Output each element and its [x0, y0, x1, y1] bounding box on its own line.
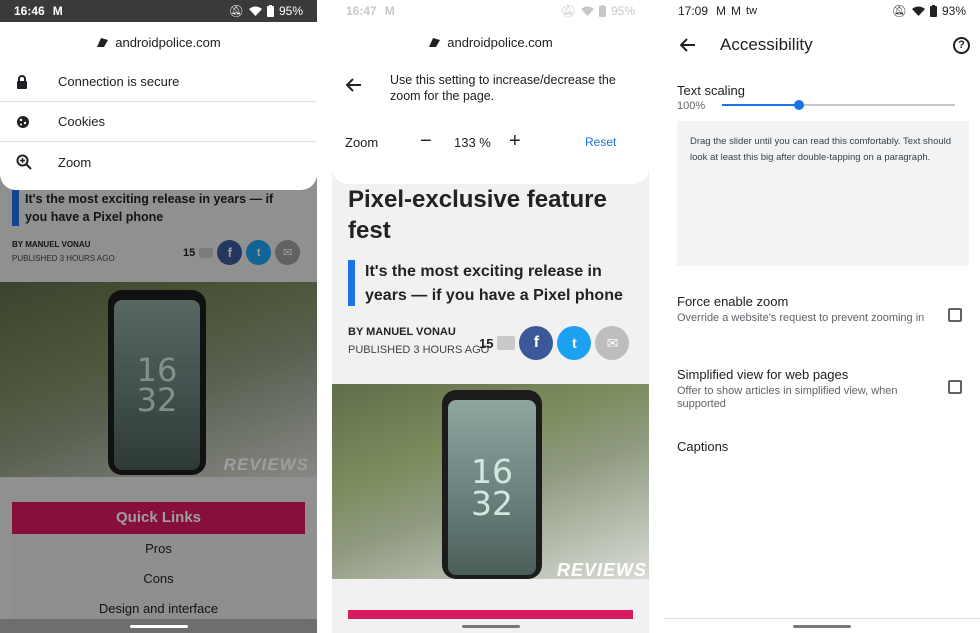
status-bar: 17:09 M M tw 🔕︎ 93% [664, 0, 980, 22]
site-domain: androidpolice.com [332, 22, 649, 62]
slider-fill [722, 104, 799, 106]
zoom-icon [16, 154, 32, 170]
nav-bar [332, 619, 649, 633]
gmail-icon: M [52, 4, 63, 18]
status-time: 16:47 [346, 4, 377, 18]
battery-icon [598, 5, 606, 17]
article-title: Pixel-exclusive feature fest [348, 186, 607, 244]
battery-icon [929, 5, 937, 17]
page-title: Accessibility [720, 35, 813, 54]
domain-text: androidpolice.com [115, 34, 221, 50]
battery-icon [266, 5, 274, 17]
site-domain: androidpolice.com [0, 22, 317, 62]
home-handle[interactable] [461, 624, 520, 628]
back-arrow-icon [680, 38, 695, 52]
gmail-icon: M [731, 4, 742, 18]
site-favicon-icon [429, 37, 441, 47]
back-button[interactable] [680, 38, 696, 52]
phone-photo: 16 32 [442, 390, 542, 579]
zoom-sheet: androidpolice.com Use this setting to in… [332, 22, 649, 184]
status-time: 16:46 [14, 4, 45, 18]
gmail-icon: M [384, 4, 395, 18]
panel-accessibility: 17:09 M M tw 🔕︎ 93% Accessibility ? Text… [664, 0, 980, 633]
clock-hours: 16 [471, 452, 513, 492]
clock-minutes: 32 [471, 483, 513, 523]
captions-setting[interactable]: Captions [677, 439, 728, 454]
home-handle[interactable] [129, 624, 188, 628]
simplified-view-setting[interactable]: Simplified view for web pages Offer to s… [677, 367, 927, 411]
article-byline: BY MANUEL VONAU [348, 326, 456, 338]
wifi-icon [911, 6, 925, 16]
zoom-label: Zoom [345, 135, 379, 150]
lock-icon [17, 74, 27, 89]
menu-label: Connection is secure [58, 74, 180, 89]
share-bar: 15 f t ✉ [479, 326, 630, 360]
status-bar: 16:46 M 🔕︎ 95% [0, 0, 317, 22]
twitter-icon[interactable]: t [557, 326, 592, 360]
article-published: PUBLISHED 3 HOURS AGO [348, 344, 490, 356]
email-icon[interactable]: ✉ [595, 326, 630, 360]
reset-button[interactable]: Reset [585, 135, 616, 149]
gmail-icon: M [716, 4, 727, 18]
panel-site-info: It's the most exciting release in years … [0, 0, 317, 633]
force-zoom-subtitle: Override a website's request to prevent … [677, 312, 925, 324]
article-subtitle: It's the most exciting release in years … [365, 263, 623, 304]
menu-label: Zoom [58, 154, 92, 170]
force-zoom-title: Force enable zoom [677, 294, 789, 309]
menu-cookies[interactable]: Cookies [0, 102, 317, 142]
mute-icon: 🔕︎ [891, 4, 907, 18]
text-scaling-slider[interactable] [722, 100, 955, 110]
menu-zoom[interactable]: Zoom [0, 142, 317, 182]
simplified-view-checkbox[interactable] [948, 380, 962, 394]
battery-percent: 95% [610, 4, 635, 18]
zoom-out-button[interactable]: − [420, 130, 432, 153]
menu-label: Cookies [58, 114, 105, 129]
back-button[interactable] [345, 78, 362, 97]
help-icon[interactable]: ? [953, 36, 970, 54]
nav-bar [664, 619, 980, 633]
simplified-view-title: Simplified view for web pages [677, 367, 849, 382]
mute-icon: 🔕︎ [560, 4, 576, 18]
battery-percent: 95% [278, 4, 303, 18]
zoom-value: 133 % [454, 135, 491, 150]
status-bar: 16:47 M 🔕︎ 95% [332, 0, 649, 22]
app-bar: Accessibility ? [664, 30, 980, 60]
comment-count: 15 [479, 335, 494, 351]
nav-bar [0, 619, 317, 633]
force-zoom-checkbox[interactable] [948, 308, 962, 322]
site-info-sheet: androidpolice.com Connection is secure C… [0, 22, 317, 190]
force-zoom-setting[interactable]: Force enable zoom Override a website's r… [677, 294, 927, 325]
simplified-view-subtitle: Offer to show articles in simplified vie… [677, 385, 898, 410]
wifi-icon [580, 6, 594, 16]
text-scaling-label: Text scaling [677, 83, 745, 98]
menu-connection[interactable]: Connection is secure [0, 62, 317, 102]
zoom-in-button[interactable]: + [509, 130, 521, 153]
tw-status-icon: tw [746, 5, 758, 17]
watermark: REVIEWS [556, 560, 647, 579]
status-time: 17:09 [678, 4, 709, 18]
home-handle[interactable] [793, 624, 851, 628]
back-arrow-icon [345, 78, 361, 92]
wifi-icon [248, 6, 262, 16]
comment-icon[interactable] [497, 336, 516, 350]
zoom-description: Use this setting to increase/decrease th… [390, 73, 616, 103]
text-scaling-preview: Drag the slider until you can read this … [677, 121, 969, 266]
panel-zoom: 16:47 M 🔕︎ 95% androidpolice.com Use thi… [332, 0, 649, 633]
quote-bar [348, 260, 355, 306]
mute-icon: 🔕︎ [228, 4, 244, 18]
domain-text: androidpolice.com [447, 34, 553, 50]
article-hero-image: 16 32 REVIEWS [332, 384, 649, 579]
site-favicon-icon [97, 37, 109, 47]
text-scaling-value: 100% [677, 100, 706, 112]
battery-percent: 93% [941, 4, 966, 18]
slider-thumb[interactable] [793, 100, 804, 110]
facebook-icon[interactable]: f [519, 326, 554, 360]
cookie-icon [17, 115, 29, 128]
